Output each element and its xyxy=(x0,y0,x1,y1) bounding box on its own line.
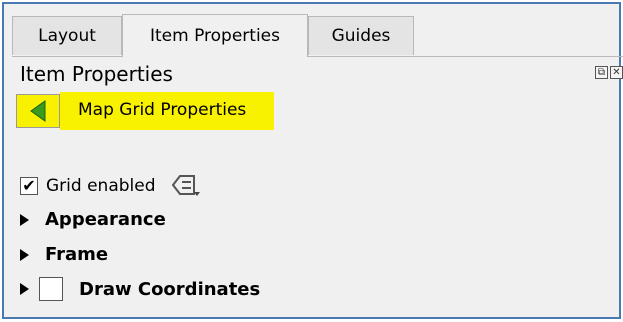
section-appearance-label: Appearance xyxy=(45,209,166,230)
tab-bar: Layout Item Properties Guides xyxy=(12,14,612,57)
close-dock-icon[interactable]: ✕ xyxy=(610,66,623,79)
section-draw-coordinates-label: Draw Coordinates xyxy=(79,278,261,300)
section-draw-coordinates[interactable]: Draw Coordinates xyxy=(20,277,260,301)
tab-layout-label: Layout xyxy=(38,26,96,46)
tab-divider xyxy=(12,56,623,57)
grid-enabled-label: Grid enabled xyxy=(46,176,156,196)
grid-enabled-checkbox[interactable]: ✔ xyxy=(20,177,38,195)
dock-buttons: ⧉ ✕ xyxy=(595,66,623,79)
section-appearance[interactable]: Appearance xyxy=(20,209,166,230)
tab-guides[interactable]: Guides xyxy=(308,16,414,55)
back-button[interactable] xyxy=(16,94,60,128)
grid-enabled-row: ✔ Grid enabled xyxy=(20,173,202,199)
section-frame[interactable]: Frame xyxy=(20,244,108,265)
back-button-label: Map Grid Properties xyxy=(78,100,247,120)
panel-title: Item Properties xyxy=(20,62,173,86)
expand-arrow-icon[interactable] xyxy=(20,248,29,261)
section-frame-label: Frame xyxy=(45,244,109,265)
draw-coordinates-checkbox[interactable] xyxy=(39,277,63,301)
tab-guides-label: Guides xyxy=(331,26,391,46)
tab-item-properties[interactable]: Item Properties xyxy=(122,14,308,57)
back-arrow-icon xyxy=(30,100,46,122)
data-defined-override-icon[interactable] xyxy=(171,173,202,199)
float-dock-icon[interactable]: ⧉ xyxy=(595,66,608,79)
tab-layout[interactable]: Layout xyxy=(12,16,122,55)
tab-item-properties-label: Item Properties xyxy=(149,26,280,46)
expand-arrow-icon[interactable] xyxy=(20,213,29,226)
expand-arrow-icon[interactable] xyxy=(20,283,29,295)
